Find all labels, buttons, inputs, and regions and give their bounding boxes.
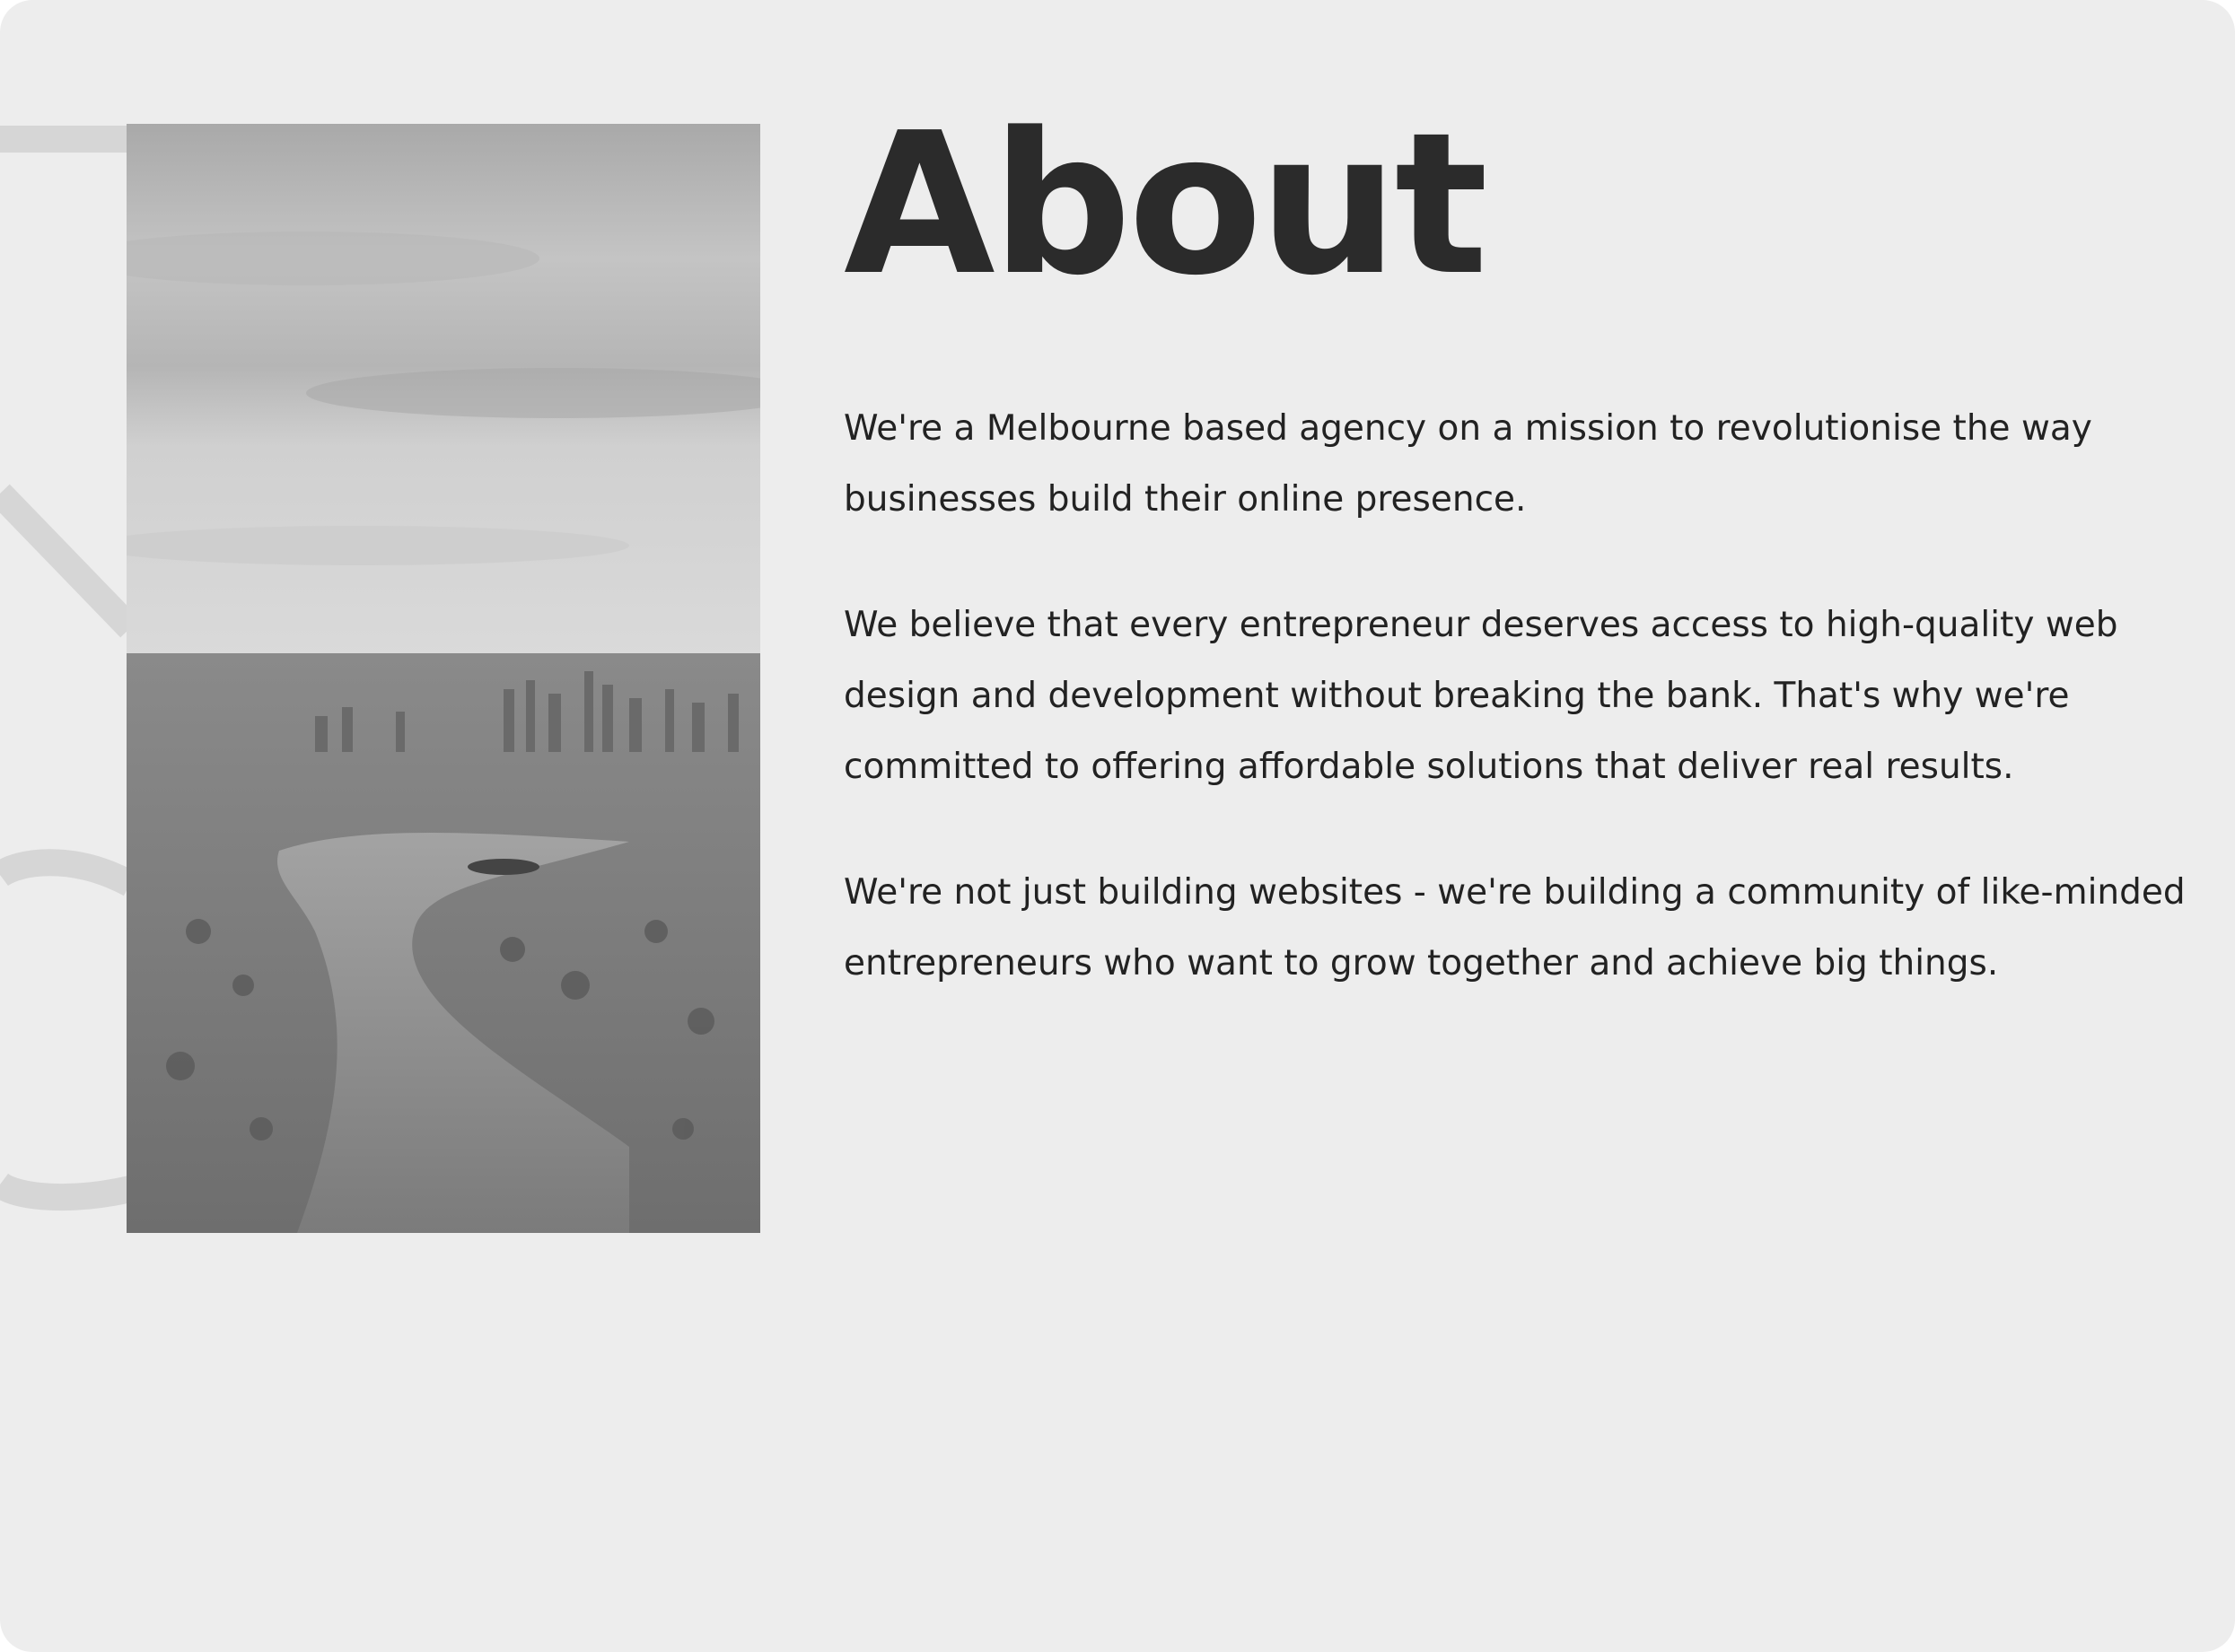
about-paragraph-1: We're a Melbourne based agency on a miss… [844, 408, 2092, 520]
about-content: About We're a Melbourne based agency on … [844, 108, 2190, 999]
melbourne-aerial-photo [127, 124, 760, 1233]
about-section: About We're a Melbourne based agency on … [0, 0, 2235, 1652]
page-title: About [844, 92, 1488, 319]
about-paragraph-2: We believe that every entrepreneur deser… [844, 605, 2118, 787]
about-paragraph-3: We're not just building websites - we're… [844, 872, 2186, 983]
